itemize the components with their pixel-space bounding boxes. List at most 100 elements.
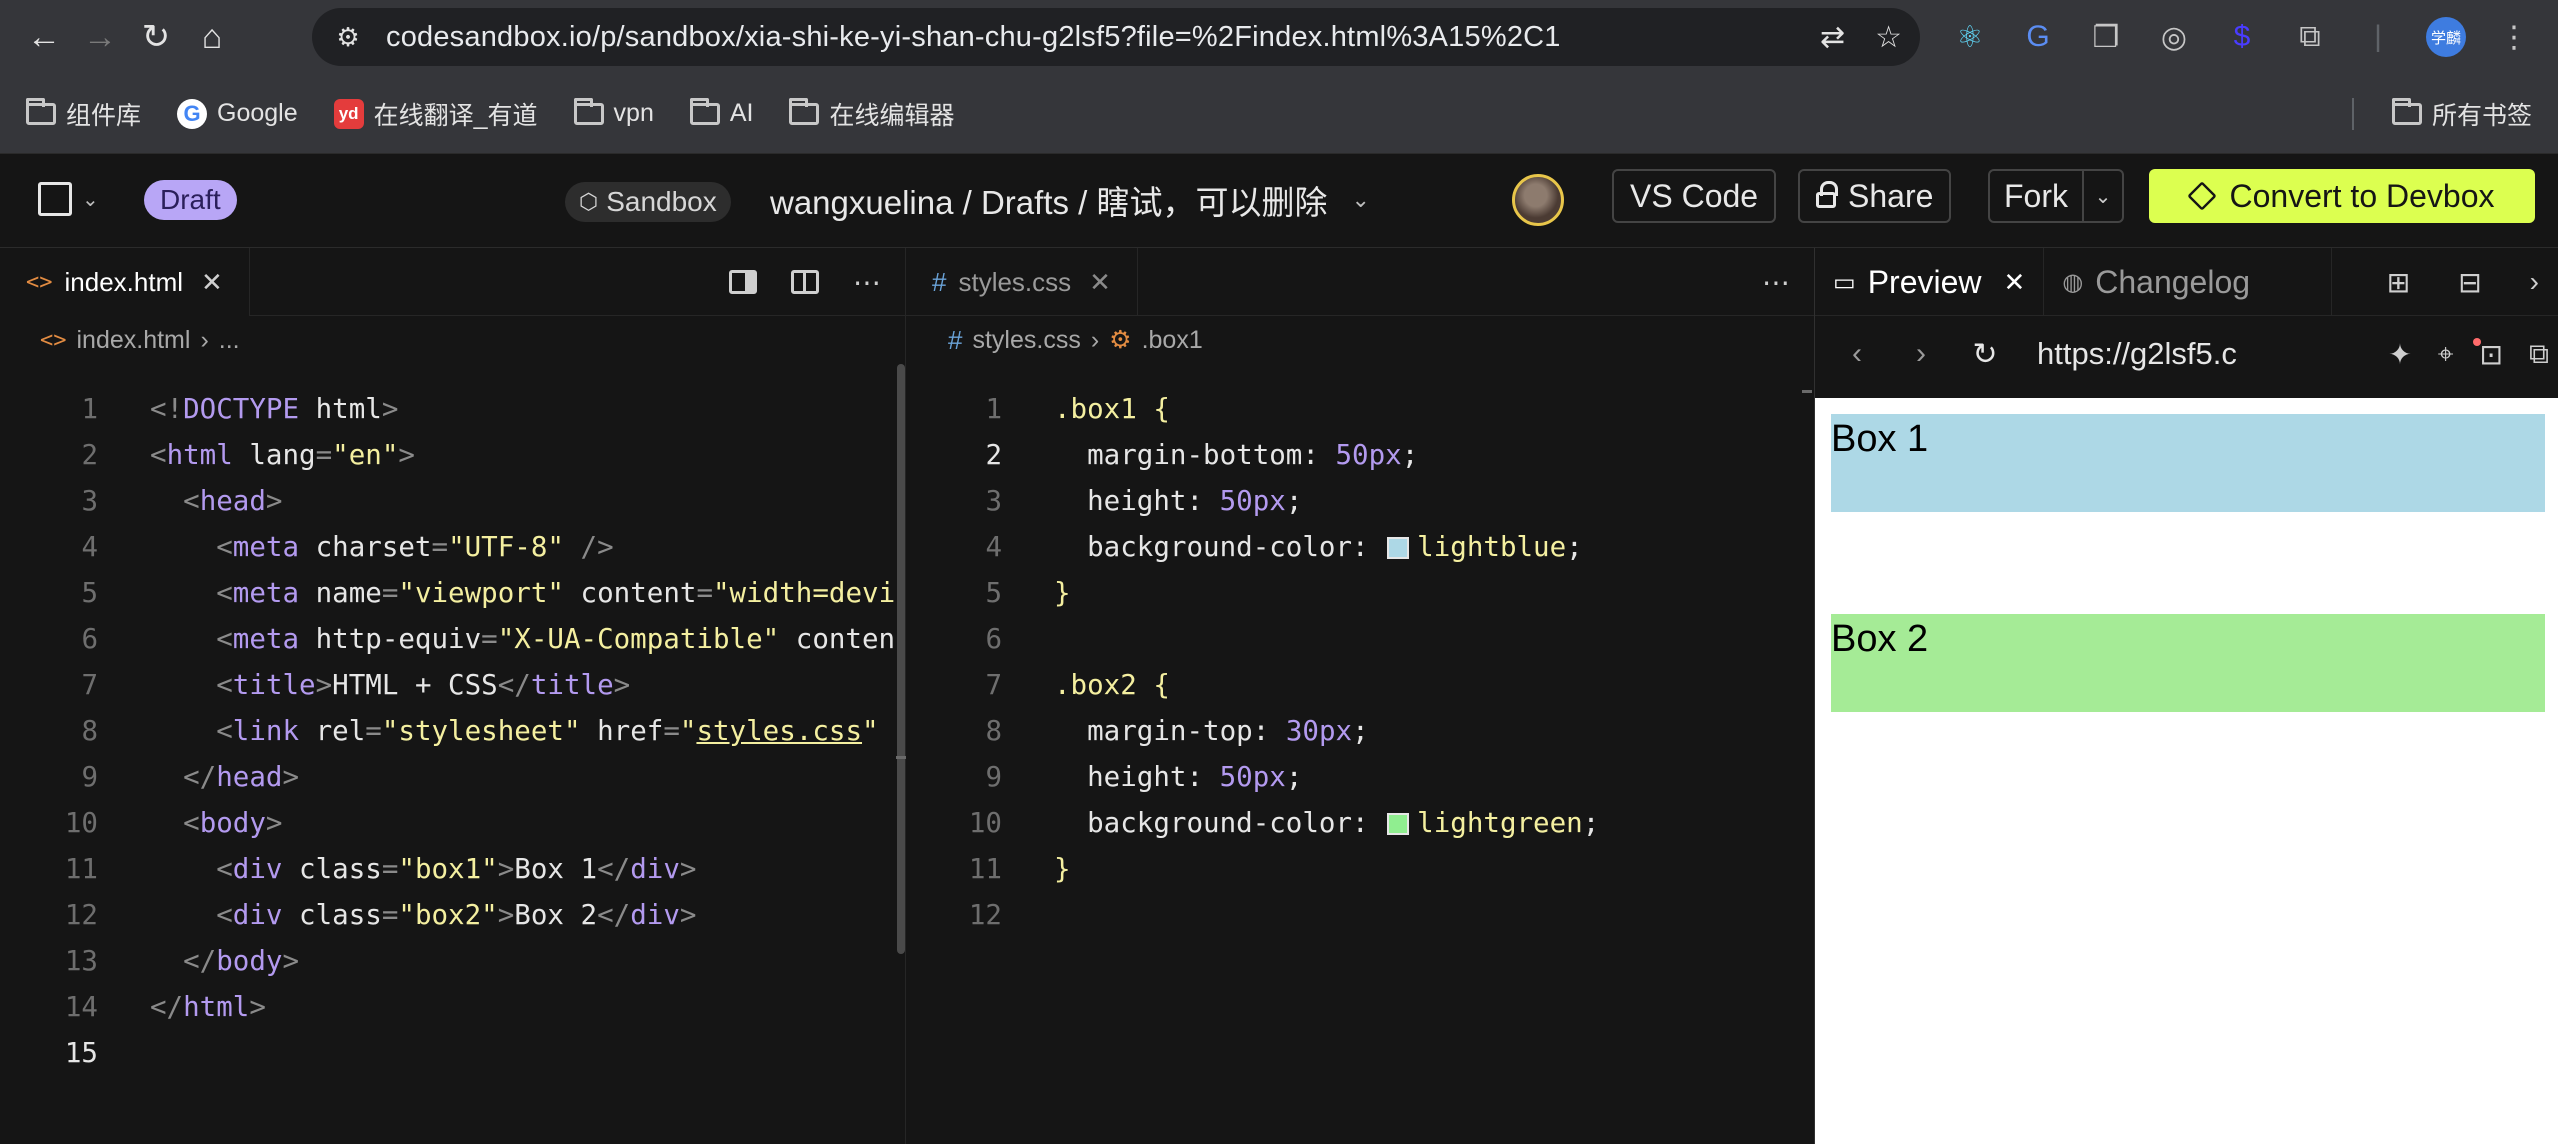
home-icon[interactable]: ⌂ (184, 9, 240, 65)
avatar[interactable] (1512, 174, 1564, 226)
code-line[interactable]: 5} (906, 570, 1814, 616)
browser-menu-icon[interactable]: ⋮ (2494, 17, 2534, 57)
code-line[interactable]: 6 <meta http-equiv="X-UA-Compatible" con… (0, 616, 905, 662)
forward-icon[interactable]: › (1889, 337, 1953, 371)
split-horizontal-icon[interactable]: ⊟ (2458, 266, 2481, 299)
fork-button[interactable]: Fork (1988, 169, 2084, 223)
code-line[interactable]: 13 </body> (0, 938, 905, 984)
breadcrumb-file[interactable]: styles.css (972, 326, 1080, 355)
code-line[interactable]: 3 height: 50px; (906, 478, 1814, 524)
extensions-puzzle-icon[interactable]: ⧉ (2290, 17, 2330, 57)
vscode-button[interactable]: VS Code (1612, 169, 1777, 223)
chevron-right-icon: › (200, 325, 209, 354)
bookmark-star-icon[interactable]: ☆ (1875, 20, 1902, 55)
address-bar[interactable]: ⚙ codesandbox.io/p/sandbox/xia-shi-ke-yi… (312, 8, 1920, 66)
sandbox-icon: ⬡ (579, 189, 599, 214)
add-tab-icon[interactable]: ⊞ (2387, 266, 2410, 299)
code-line[interactable]: 1 .box1 { (906, 386, 1814, 432)
code-line[interactable]: 2 <html lang="en"> (0, 432, 905, 478)
code-line[interactable]: 2 margin-bottom: 50px; (906, 432, 1814, 478)
scroll-marker (1802, 390, 1812, 393)
site-info-icon[interactable]: ⚙ (326, 15, 370, 59)
code-editor[interactable]: 1 <!DOCTYPE html> 2 <html lang="en"> 3 <head… (0, 386, 905, 1076)
more-icon[interactable]: ⋯ (1762, 266, 1790, 299)
code-line[interactable]: 10 <body> (0, 800, 905, 846)
convert-to-devbox-button[interactable]: Convert to Devbox (2149, 169, 2535, 223)
bookmark-label: Google (217, 99, 298, 127)
bookmark-item[interactable]: 组件库 (26, 96, 141, 132)
code-line[interactable]: 11} (906, 846, 1814, 892)
back-icon[interactable]: ‹ (1825, 337, 1889, 371)
reload-icon[interactable]: ↻ (128, 9, 184, 65)
bookmarks-divider (2352, 98, 2354, 130)
code-line[interactable]: 7 <title>HTML + CSS</title> (0, 662, 905, 708)
bookmark-item[interactable]: vpn (573, 97, 654, 128)
sparkle-icon[interactable]: ✦ (2388, 338, 2411, 371)
code-line[interactable]: 8 <link rel="stylesheet" href="styles.cs… (0, 708, 905, 754)
code-line[interactable]: 12 <div class="box2">Box 2</div> (0, 892, 905, 938)
preview-viewport[interactable]: Box 1 Box 2 (1815, 398, 2558, 1144)
bookmark-item[interactable]: G Google (177, 98, 298, 129)
fork-options-button[interactable]: ⌄ (2084, 169, 2124, 223)
code-text: </html> (150, 991, 266, 1023)
close-icon[interactable]: ✕ (2004, 267, 2026, 298)
open-new-window-icon[interactable]: ⧉ (2529, 338, 2549, 371)
code-line[interactable]: 6 (906, 616, 1814, 662)
code-line[interactable]: 9 height: 50px; (906, 754, 1814, 800)
tab-index-html[interactable]: <> index.html ✕ (0, 248, 250, 316)
layout-menu-button[interactable]: ⌄ (38, 182, 99, 216)
react-devtools-icon[interactable]: ⚛ (1950, 17, 1990, 57)
breadcrumb-more[interactable]: ... (219, 326, 240, 355)
more-icon[interactable]: ⋯ (853, 266, 881, 299)
code-line[interactable]: 9 </head> (0, 754, 905, 800)
code-line[interactable]: 7 .box2 { (906, 662, 1814, 708)
sandbox-path[interactable]: wangxuelina / Drafts / 瞎试，可以删除 ⌄ (770, 176, 1370, 224)
split-editor-icon[interactable] (791, 270, 819, 294)
chevron-right-icon[interactable]: › (2530, 266, 2539, 298)
folder-icon (2391, 98, 2422, 127)
back-icon[interactable]: ← (16, 9, 72, 65)
code-line[interactable]: 10 background-color: lightgreen; (906, 800, 1814, 846)
all-bookmarks[interactable]: 所有书签 (2391, 74, 2532, 154)
tab-changelog[interactable]: ◍ Changelog (2044, 248, 2333, 316)
toggle-sidebar-icon[interactable] (729, 270, 757, 294)
tab-preview[interactable]: ▭ Preview ✕ (1815, 248, 2045, 316)
code-line[interactable]: 5 <meta name="viewport" content="width=d… (0, 570, 905, 616)
share-button[interactable]: Share (1798, 169, 1952, 223)
console-icon[interactable]: ⊡ (2480, 338, 2503, 371)
code-line[interactable]: 11 <div class="box1">Box 1</div> (0, 846, 905, 892)
extension-copy-icon[interactable]: ❐ (2086, 17, 2126, 57)
breadcrumb-file[interactable]: index.html (77, 326, 191, 355)
bookmark-item[interactable]: yd 在线翻译_有道 (333, 96, 538, 132)
extension-dollar-icon[interactable]: $ (2222, 17, 2262, 57)
preview-navbar: ‹ › ↻ https://g2lsf5.c ✦ ⌖ ⊡ ⧉ (1815, 316, 2558, 392)
code-line[interactable]: 15 (0, 1030, 905, 1076)
code-line[interactable]: 4 background-color: lightblue; (906, 524, 1814, 570)
address-url[interactable]: codesandbox.io/p/sandbox/xia-shi-ke-yi-s… (386, 21, 1561, 54)
google-translate-icon[interactable]: G (2018, 17, 2058, 57)
code-line[interactable]: 3 <head> (0, 478, 905, 524)
translate-icon[interactable]: ⇄ (1820, 20, 1845, 55)
extension-target-icon[interactable]: ◎ (2154, 17, 2194, 57)
preview-url[interactable]: https://g2lsf5.c (2037, 336, 2237, 372)
close-icon[interactable]: ✕ (201, 267, 223, 298)
code-line[interactable]: 14 </html> (0, 984, 905, 1030)
tab-styles-css[interactable]: # styles.css ✕ (906, 248, 1138, 316)
code-text: </head> (183, 761, 300, 793)
inspect-crosshair-icon[interactable]: ⌖ (2438, 338, 2454, 371)
forward-icon[interactable]: → (72, 9, 128, 65)
code-line[interactable]: 1 <!DOCTYPE html> (0, 386, 905, 432)
bookmark-item[interactable]: AI (689, 97, 753, 128)
code-editor[interactable]: 1 .box1 {2 margin-bottom: 50px; 3 height: … (906, 386, 1814, 938)
breadcrumb-symbol[interactable]: .box1 (1142, 326, 1203, 355)
scrollbar[interactable] (897, 364, 905, 954)
line-number: 10 (968, 807, 1002, 839)
line-number: 4 (81, 531, 98, 563)
code-line[interactable]: 4 <meta charset="UTF-8" /> (0, 524, 905, 570)
code-line[interactable]: 12 (906, 892, 1814, 938)
bookmark-item[interactable]: 在线编辑器 (789, 96, 955, 132)
reload-icon[interactable]: ↻ (1953, 337, 2017, 372)
profile-avatar[interactable]: 学麟 (2426, 17, 2466, 57)
code-line[interactable]: 8 margin-top: 30px; (906, 708, 1814, 754)
close-icon[interactable]: ✕ (1089, 267, 1111, 298)
